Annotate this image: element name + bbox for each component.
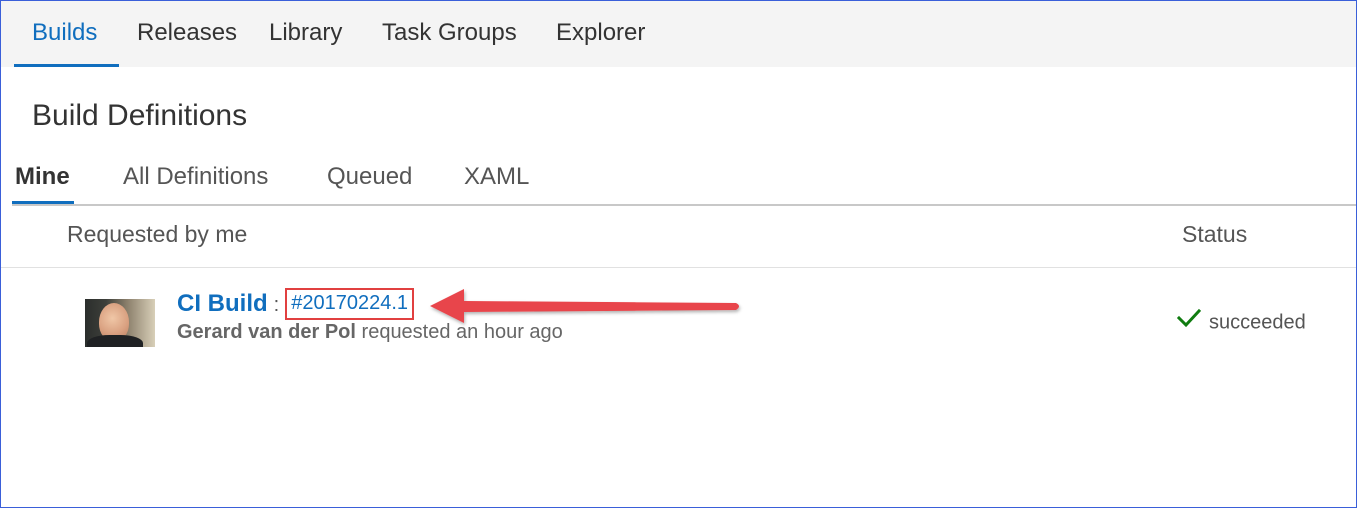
pivot-all-definitions[interactable]: All Definitions (123, 163, 268, 191)
tab-explorer[interactable]: Explorer (556, 19, 645, 47)
build-title-line: CI Build: #20170224.1 (177, 288, 415, 322)
avatar (85, 299, 155, 347)
pivot-divider (12, 204, 1356, 206)
page-title: Build Definitions (32, 99, 248, 132)
active-tab-indicator (14, 64, 119, 67)
build-number-link[interactable]: #20170224.1 (285, 288, 415, 320)
tab-builds[interactable]: Builds (32, 19, 97, 47)
tab-library[interactable]: Library (269, 19, 342, 47)
annotation-arrow-icon (430, 289, 739, 323)
status-text: succeeded (1209, 311, 1306, 334)
tab-releases[interactable]: Releases (137, 19, 237, 47)
builds-window: Builds Releases Library Task Groups Expl… (0, 0, 1357, 508)
hub-tab-bar: Builds Releases Library Task Groups Expl… (1, 1, 1356, 67)
header-divider (1, 267, 1356, 268)
separator: : (273, 294, 280, 316)
build-definition-link[interactable]: CI Build (177, 290, 268, 317)
pivot-mine[interactable]: Mine (15, 163, 70, 191)
pivot-xaml[interactable]: XAML (464, 163, 529, 191)
tab-task-groups[interactable]: Task Groups (382, 19, 517, 47)
column-header-status: Status (1182, 221, 1248, 247)
pivot-queued[interactable]: Queued (327, 163, 412, 191)
check-icon (1176, 308, 1202, 334)
column-header-requested: Requested by me (67, 221, 248, 247)
requested-by-user: Gerard van der Pol (177, 321, 356, 343)
build-status: succeeded (1176, 308, 1306, 336)
